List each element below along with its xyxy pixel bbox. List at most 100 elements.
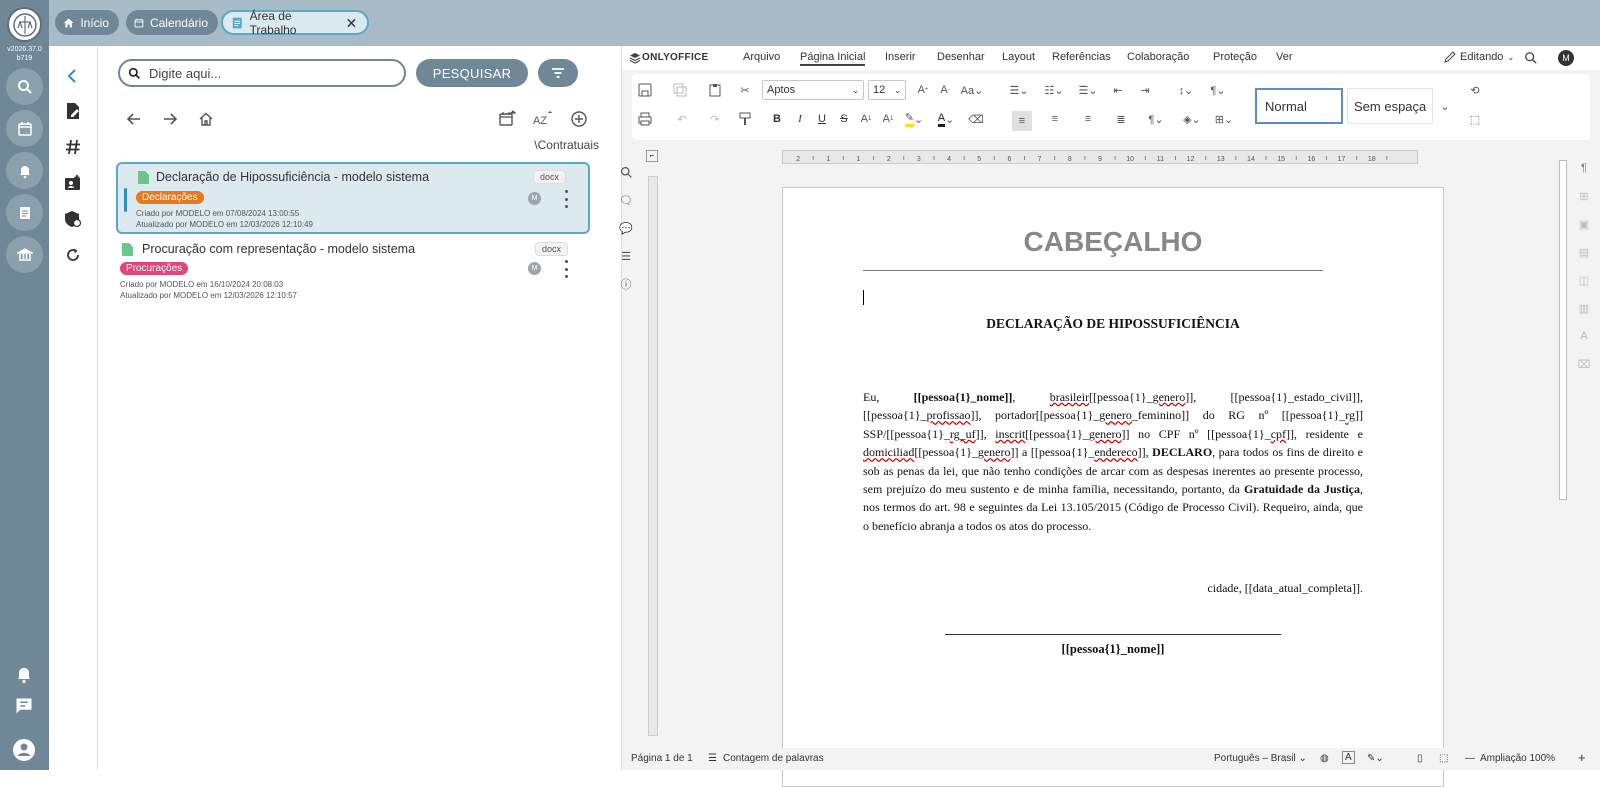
edit-document-button[interactable] [61, 99, 85, 123]
header-footer-icon[interactable]: ▤ [1576, 244, 1592, 260]
sort-alpha-button[interactable]: AZ [532, 108, 554, 130]
paragraph-settings-panel-icon[interactable]: ¶ [1576, 160, 1592, 176]
decrease-font-icon[interactable]: A- [937, 82, 953, 98]
search-rail-button[interactable] [6, 68, 43, 105]
menu-ver[interactable]: Ver [1276, 51, 1293, 63]
profile-button[interactable] [12, 738, 36, 762]
menu-inserir[interactable]: Inserir [885, 51, 916, 63]
paste-icon[interactable] [707, 82, 723, 98]
menu-layout[interactable]: Layout [1002, 51, 1035, 63]
select-icon[interactable]: ⬚ [1467, 111, 1483, 127]
highlight-color-icon[interactable]: ✎ ⌄ [902, 111, 926, 127]
nav-home-button[interactable] [195, 108, 217, 130]
user-avatar[interactable]: M [1558, 50, 1574, 66]
security-button[interactable] [61, 207, 85, 231]
underline-icon[interactable]: U [814, 111, 830, 127]
more-options-icon[interactable] [561, 190, 571, 208]
language-select[interactable]: Português – Brasil ⌄ [1214, 753, 1307, 764]
close-icon[interactable] [346, 17, 357, 29]
nav-forward-button[interactable] [159, 108, 181, 130]
institution-rail-button[interactable] [6, 236, 43, 273]
text-art-icon[interactable]: A [1576, 328, 1592, 344]
zoom-in-icon[interactable]: + [1578, 750, 1586, 765]
globe-icon[interactable]: ◍ [1320, 753, 1329, 764]
line-spacing-icon[interactable]: ↕⌄ [1172, 82, 1200, 98]
file-card[interactable]: Procuração com representação - modelo si… [116, 240, 590, 312]
superscript-icon[interactable]: A1 [858, 111, 874, 127]
fit-width-icon[interactable]: ⬚ [1439, 753, 1448, 764]
font-family-select[interactable]: Aptos ⌄ [762, 80, 864, 100]
alerts-rail-button[interactable] [6, 152, 43, 189]
numbered-list-icon[interactable]: ☷⌄ [1040, 82, 1068, 98]
copy-icon[interactable] [672, 82, 688, 98]
bold-icon[interactable]: B [769, 111, 785, 127]
zoom-out-icon[interactable]: — [1465, 753, 1475, 764]
contact-card-button[interactable] [61, 171, 85, 195]
comments-icon[interactable]: 🗨 [618, 192, 634, 208]
save-icon[interactable] [637, 82, 653, 98]
menu-referencias[interactable]: Referências [1052, 51, 1111, 63]
bullet-list-icon[interactable]: ☰⌄ [1005, 82, 1033, 98]
search-button[interactable]: PESQUISAR [416, 59, 528, 87]
tab-stop-selector[interactable]: ⌐ [646, 150, 658, 162]
undo-icon[interactable]: ↶ [674, 111, 690, 127]
font-color-icon[interactable]: A ⌄ [934, 111, 958, 127]
spellcheck-icon[interactable]: A [1342, 751, 1355, 764]
table-settings-icon[interactable]: ⊞ [1576, 188, 1592, 204]
category-tag[interactable]: Declarações [136, 191, 204, 204]
editing-mode-dropdown[interactable]: Editando ⌄ [1444, 51, 1514, 63]
document-page[interactable]: CABEÇALHO DECLARAÇÃO DE HIPOSSUFICIÊNCIA… [782, 187, 1444, 787]
calendar-rail-button[interactable] [6, 110, 43, 147]
page-indicator[interactable]: Página 1 de 1 [631, 753, 693, 764]
category-tag[interactable]: Procurações [120, 262, 189, 275]
refresh-button[interactable] [61, 243, 85, 267]
documents-rail-button[interactable] [6, 194, 43, 231]
file-card[interactable]: Declaração de Hipossuficiência - modelo … [116, 162, 590, 234]
redo-icon[interactable]: ↷ [707, 111, 723, 127]
sort-by-date-button[interactable] [496, 108, 518, 130]
format-painter-icon[interactable] [737, 111, 753, 127]
track-changes-icon[interactable]: ✎⌄ [1367, 753, 1384, 764]
clear-format-icon[interactable]: ⌫ [968, 111, 984, 127]
find-icon[interactable] [618, 164, 634, 180]
tab-area-de-trabalho[interactable]: Área de Trabalho [221, 9, 369, 37]
info-icon[interactable]: ⓘ [618, 276, 634, 292]
subscript-icon[interactable]: A1 [880, 111, 896, 127]
menu-colaboracao[interactable]: Colaboração [1127, 51, 1189, 63]
replace-style-icon[interactable]: ⟲ [1467, 82, 1483, 98]
nonprinting-chars-icon[interactable]: ¶⌄ [1144, 111, 1168, 127]
back-button[interactable] [61, 64, 85, 88]
navigation-icon[interactable]: ☰ [618, 248, 634, 264]
justify-icon[interactable]: ≣ [1113, 111, 1129, 127]
change-case-icon[interactable]: Aa⌄ [960, 82, 984, 98]
add-button[interactable] [568, 108, 590, 130]
strikethrough-icon[interactable]: S [836, 111, 852, 127]
search-icon[interactable] [1524, 51, 1538, 65]
shape-settings-icon[interactable]: ◫ [1576, 272, 1592, 288]
nav-back-button[interactable] [123, 108, 145, 130]
multilevel-list-icon[interactable]: ☰⌄ [1074, 82, 1102, 98]
word-count-button[interactable]: ☰ Contagem de palavras [708, 753, 824, 764]
chat-icon[interactable]: 💬 [618, 220, 634, 236]
styles-expand-icon[interactable]: ⌄ [1437, 98, 1453, 114]
decrease-indent-icon[interactable]: ⇤ [1110, 82, 1126, 98]
app-logo[interactable] [7, 7, 42, 42]
more-options-icon[interactable] [561, 260, 571, 278]
increase-font-icon[interactable]: A + [915, 82, 931, 98]
menu-desenhar[interactable]: Desenhar [937, 51, 985, 63]
shading-icon[interactable]: ◈⌄ [1180, 111, 1204, 127]
hashtag-button[interactable] [61, 135, 85, 159]
font-size-select[interactable]: 12 ⌄ [868, 80, 906, 100]
increase-indent-icon[interactable]: ⇥ [1137, 82, 1153, 98]
signature-icon[interactable]: ⌧ [1576, 356, 1592, 372]
menu-protecao[interactable]: Proteção [1213, 51, 1257, 63]
align-left-icon[interactable]: ≡ [1012, 111, 1032, 131]
image-settings-icon[interactable]: ▣ [1576, 216, 1592, 232]
style-normal[interactable]: Normal [1255, 88, 1343, 124]
paragraph-settings-icon[interactable]: ¶⌄ [1204, 82, 1232, 98]
align-right-icon[interactable]: ≡ [1080, 111, 1096, 127]
file-title[interactable]: Declaração de Hipossuficiência - modelo … [156, 170, 429, 184]
chart-settings-icon[interactable]: ▥ [1576, 300, 1592, 316]
menu-arquivo[interactable]: Arquivo [743, 51, 780, 63]
notifications-button[interactable] [12, 662, 36, 686]
